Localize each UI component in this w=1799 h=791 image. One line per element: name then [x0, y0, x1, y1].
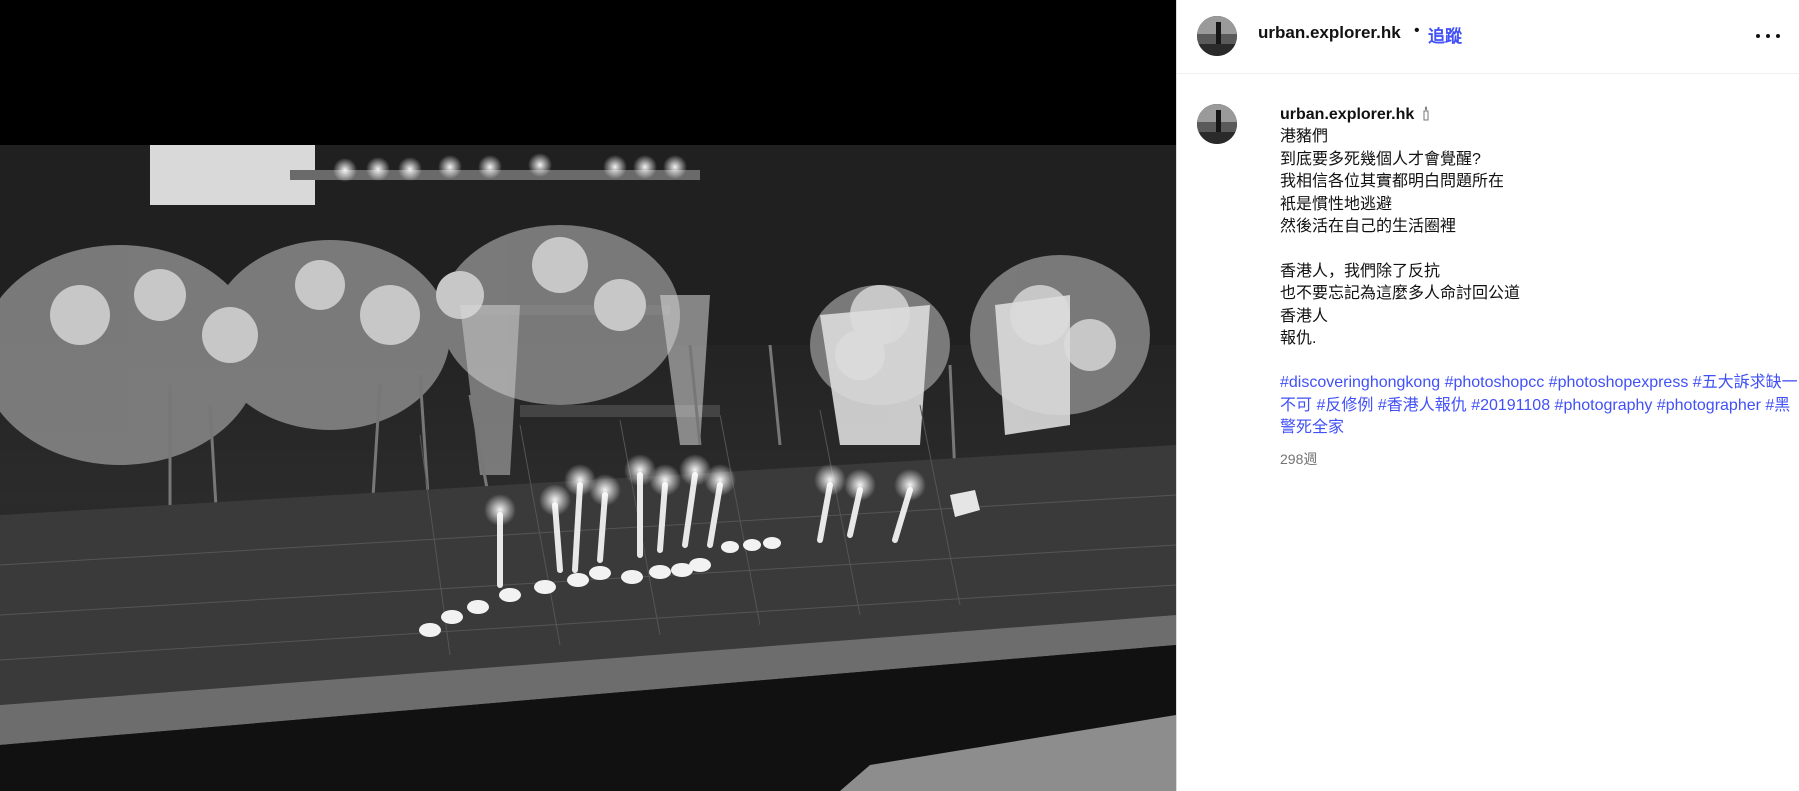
caption-line: 香港人	[1280, 307, 1329, 325]
post-timestamp[interactable]: 298週	[1280, 448, 1799, 470]
caption-line: 然後活在自己的生活圈裡	[1280, 218, 1457, 236]
caption-line: 我相信各位其實都明白問題所在	[1280, 173, 1505, 191]
caption-line: 衹是慣性地逃避	[1280, 195, 1393, 213]
post-photo	[0, 145, 1176, 791]
post-header: urban.explorer.hk • 追蹤	[1177, 0, 1799, 74]
hashtag-link[interactable]: #反修例	[1316, 397, 1373, 414]
caption-line: 到底要多死幾個人才會覺醒?	[1280, 150, 1481, 168]
more-options-icon[interactable]	[1756, 26, 1780, 46]
caption-line: 也不要忘記為這麼多人命討回公道	[1280, 285, 1521, 303]
caption-line: 報仇.	[1280, 330, 1317, 348]
caption-body: urban.explorer.hk 港豬們 到底要多死幾個人才會覺醒? 我相信各…	[1280, 104, 1799, 470]
caption-line: 香港人，我們除了反抗	[1280, 262, 1441, 280]
hashtag-link[interactable]: #discoveringhongkong	[1280, 374, 1440, 391]
post-media	[0, 0, 1176, 791]
hashtag-link[interactable]: #香港人報仇	[1378, 397, 1467, 414]
caption-avatar[interactable]	[1197, 104, 1237, 144]
post-side-panel: urban.explorer.hk • 追蹤 urban.explorer.hk	[1176, 0, 1799, 791]
hashtag-link[interactable]: #photographer	[1657, 397, 1761, 414]
post-username[interactable]: urban.explorer.hk	[1258, 23, 1401, 43]
hashtag-list: #discoveringhongkong #photoshopcc #photo…	[1280, 372, 1799, 439]
hashtag-link[interactable]: #photography	[1555, 397, 1653, 414]
follow-button[interactable]: 追蹤	[1428, 22, 1462, 47]
hashtag-link[interactable]: #20191108	[1471, 397, 1550, 414]
candle-emoji-icon	[1423, 106, 1429, 121]
hashtag-link[interactable]: #photoshopexpress	[1549, 374, 1689, 391]
caption-line	[1280, 238, 1799, 260]
caption-line: 港豬們	[1280, 128, 1329, 146]
caption-username[interactable]: urban.explorer.hk	[1280, 106, 1414, 123]
avatar[interactable]	[1197, 16, 1237, 56]
hashtag-link[interactable]: #photoshopcc	[1445, 374, 1545, 391]
separator-dot: •	[1414, 22, 1420, 39]
